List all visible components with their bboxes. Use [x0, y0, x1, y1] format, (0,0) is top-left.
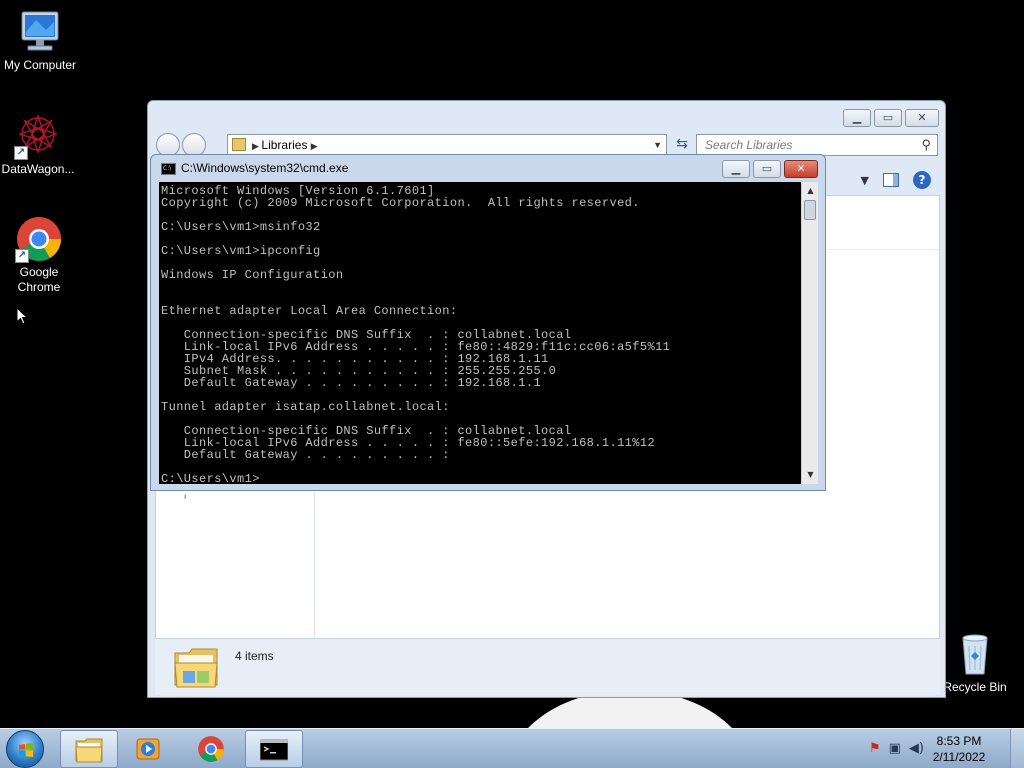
- network-icon[interactable]: ▣: [889, 741, 901, 756]
- explorer-toolbar-right: ▼ ?: [861, 171, 931, 189]
- clock-date: 2/11/2022: [932, 750, 986, 764]
- console-line: Default Gateway . . . . . . . . . : 192.…: [161, 376, 542, 390]
- chrome-icon: [197, 735, 225, 763]
- address-dropdown-icon[interactable]: ▼: [653, 135, 662, 155]
- item-count: 4 items: [235, 649, 274, 663]
- taskbar-button-explorer[interactable]: [60, 730, 118, 768]
- explorer-caption-buttons: ▁ ▭ ✕: [843, 109, 939, 127]
- shortcut-arrow-icon: ↗: [14, 146, 28, 160]
- notification-area: ⚑ ▣ ◀) 8:53 PM 2/11/2022: [844, 729, 1024, 768]
- taskbar-button-chrome[interactable]: [183, 730, 241, 768]
- cmd-caption-buttons: ▁ ▭ ✕: [722, 160, 818, 178]
- desktop-icon-label: My Computer: [3, 58, 77, 72]
- desktop-icon-my-computer[interactable]: My Computer: [0, 8, 80, 73]
- details-pane: 4 items: [155, 639, 940, 695]
- vertical-scrollbar[interactable]: ▲ ▼: [801, 182, 818, 484]
- libraries-icon: [232, 138, 246, 151]
- console-line: Copyright (c) 2009 Microsoft Corporation…: [161, 196, 640, 210]
- close-button[interactable]: ✕: [784, 160, 818, 178]
- cmd-window[interactable]: C:\ C:\Windows\system32\cmd.exe ▁ ▭ ✕ Mi…: [150, 154, 826, 491]
- cmd-icon: C:\: [161, 163, 176, 175]
- search-placeholder: Search Libraries: [705, 138, 793, 152]
- mouse-pointer-icon: [16, 306, 29, 329]
- taskbar-button-cmd[interactable]: [245, 730, 303, 768]
- shortcut-arrow-icon: ↗: [15, 249, 29, 263]
- chrome-icon: ↗: [15, 215, 63, 263]
- desktop: My Computer ↗ DataWagon... ↗ Google Chro…: [0, 0, 1024, 728]
- view-options-dropdown-icon[interactable]: ▼: [861, 174, 869, 187]
- show-desktop-button[interactable]: [1010, 729, 1024, 768]
- search-input[interactable]: Search Libraries ⚲: [696, 134, 938, 156]
- recycle-bin-icon: [951, 630, 999, 678]
- console-line: C:\Users\vm1>: [161, 472, 260, 484]
- maximize-button[interactable]: ▭: [874, 109, 902, 127]
- tray-icons: ⚑ ▣ ◀): [869, 741, 924, 756]
- scroll-up-icon[interactable]: ▲: [802, 184, 819, 198]
- console-line: Ethernet adapter Local Area Connection:: [161, 304, 458, 318]
- desktop-icon-label: Recycle Bin: [943, 680, 1007, 694]
- minimize-button[interactable]: ▁: [843, 109, 871, 127]
- console-line: C:\Users\vm1>ipconfig: [161, 244, 321, 258]
- cmd-window-title: C:\Windows\system32\cmd.exe: [181, 161, 349, 175]
- console-output[interactable]: Microsoft Windows [Version 6.1.7601] Copy…: [159, 182, 801, 484]
- refresh-icon[interactable]: ⇆: [671, 136, 693, 154]
- close-button[interactable]: ✕: [905, 109, 939, 127]
- desktop-icon-label: DataWagon...: [1, 162, 75, 176]
- clock-time: 8:53 PM: [936, 734, 982, 748]
- console-line: Windows IP Configuration: [161, 268, 344, 282]
- datawagon-icon: ↗: [14, 112, 62, 160]
- media-player-icon: [134, 735, 162, 763]
- cmd-icon: [259, 736, 289, 764]
- chevron-right-icon: ▶: [310, 141, 318, 151]
- desktop-icon-recycle-bin[interactable]: Recycle Bin: [935, 630, 1015, 695]
- taskbar: ⚑ ▣ ◀) 8:53 PM 2/11/2022: [0, 728, 1024, 768]
- expand-arrow-icon[interactable]: ı: [184, 492, 186, 501]
- scrollbar-thumb[interactable]: [804, 200, 816, 220]
- address-bar[interactable]: ▶ Libraries ▶ ▼: [227, 134, 667, 156]
- action-center-flag-icon[interactable]: ⚑: [869, 741, 881, 756]
- explorer-folder-icon: [75, 736, 103, 764]
- console-line: C:\Users\vm1>msinfo32: [161, 220, 321, 234]
- chevron-right-icon: ▶: [252, 141, 262, 151]
- address-path: Libraries: [261, 138, 308, 152]
- console-line: Default Gateway . . . . . . . . . :: [161, 448, 450, 462]
- volume-icon[interactable]: ◀): [909, 741, 924, 756]
- search-icon: ⚲: [921, 137, 931, 152]
- preview-pane-icon[interactable]: [883, 173, 899, 187]
- help-icon[interactable]: ?: [913, 171, 931, 189]
- console-line: Tunnel adapter isatap.collabnet.local:: [161, 400, 450, 414]
- taskbar-button-media-player[interactable]: [120, 730, 178, 768]
- desktop-icon-label: Google Chrome: [17, 265, 61, 294]
- minimize-button[interactable]: ▁: [722, 160, 750, 178]
- maximize-button[interactable]: ▭: [753, 160, 781, 178]
- scroll-down-icon[interactable]: ▼: [802, 468, 819, 482]
- libraries-folder-icon: [173, 645, 219, 688]
- windows-logo-icon: [19, 743, 33, 757]
- desktop-icon-google-chrome[interactable]: ↗ Google Chrome: [0, 215, 80, 295]
- start-button[interactable]: [6, 730, 44, 768]
- desktop-icon-datawagon[interactable]: ↗ DataWagon...: [0, 112, 78, 177]
- system-clock[interactable]: 8:53 PM 2/11/2022: [924, 733, 994, 765]
- cmd-title-bar[interactable]: C:\ C:\Windows\system32\cmd.exe ▁ ▭ ✕: [151, 155, 825, 182]
- computer-icon: [16, 8, 64, 56]
